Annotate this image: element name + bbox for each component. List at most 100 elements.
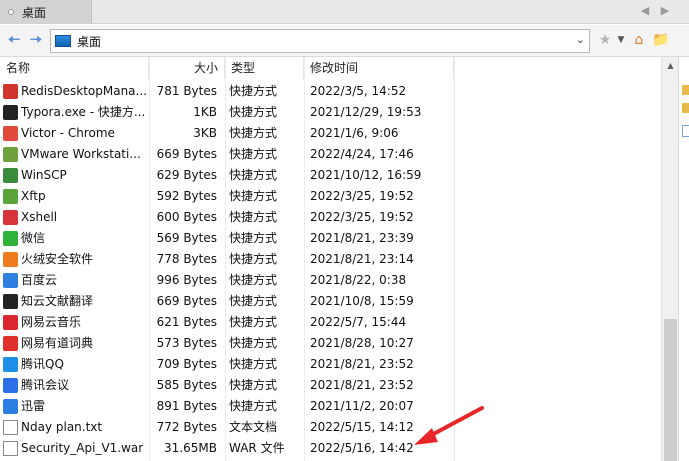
file-row[interactable]: Nday plan.txt 772 Bytes 文本文档 2022/5/15, 14:… (0, 417, 661, 438)
tab-desktop[interactable]: 桌面 (0, 0, 92, 24)
file-name-cell[interactable]: 腾讯会议 (0, 375, 149, 396)
file-name: Xshell (21, 210, 58, 224)
file-name: Victor - Chrome (21, 126, 115, 140)
file-size: 781 Bytes (156, 84, 217, 98)
file-type: 快捷方式 (229, 105, 278, 119)
column-header-date[interactable]: 修改时间 (304, 57, 454, 79)
file-name-cell[interactable]: RedisDesktopMana... (0, 81, 149, 102)
file-name: Security_Api_V1.war (21, 441, 144, 455)
tab-scroll-right-icon[interactable]: ▶ (658, 4, 672, 20)
file-row[interactable]: Xshell 600 Bytes 快捷方式 2022/3/25, 19:52 (0, 207, 661, 228)
file-name-cell[interactable]: 微信 (0, 228, 149, 249)
file-row[interactable]: 腾讯QQ 709 Bytes 快捷方式 2021/8/21, 23:52 (0, 354, 661, 375)
tab-bar: 桌面 ◀ ▶ (0, 0, 689, 24)
vertical-scrollbar[interactable]: ▲ (661, 57, 678, 461)
file-row[interactable]: 网易有道词典 573 Bytes 快捷方式 2021/8/28, 10:27 (0, 333, 661, 354)
address-bar[interactable]: 桌面 ⌄ (50, 29, 590, 53)
file-size: 573 Bytes (156, 336, 217, 350)
file-name-cell[interactable]: WinSCP (0, 165, 149, 186)
file-name: WinSCP (21, 168, 67, 182)
file-name-cell[interactable]: 迅雷 (0, 396, 149, 417)
file-type: 文本文档 (229, 420, 278, 434)
column-header-row: 名称 大小 类型 修改时间 (0, 57, 661, 79)
file-name: Nday plan.txt (21, 420, 103, 434)
file-modified-date: 2021/8/21, 23:14 (310, 252, 414, 266)
file-size: 1KB (193, 105, 217, 119)
file-row[interactable]: Security_Api_V1.war 31.65MB WAR 文件 2022/5/1… (0, 438, 661, 459)
back-arrow-icon[interactable]: 🠄 (4, 30, 24, 50)
file-row[interactable]: WinSCP 629 Bytes 快捷方式 2021/10/12, 16:59 (0, 165, 661, 186)
typora-icon (3, 105, 18, 120)
file-row[interactable]: 火绒安全软件 778 Bytes 快捷方式 2021/8/21, 23:14 (0, 249, 661, 270)
file-type: 快捷方式 (229, 231, 278, 245)
file-size: 996 Bytes (156, 273, 217, 287)
file-size: 772 Bytes (156, 420, 217, 434)
file-name-cell[interactable]: Nday plan.txt (0, 417, 149, 438)
file-row[interactable]: Victor - Chrome 3KB 快捷方式 2021/1/6, 9:06 (0, 123, 661, 144)
file-name-cell[interactable]: 百度云 (0, 270, 149, 291)
file-name: 腾讯会议 (21, 378, 70, 392)
file-type: 快捷方式 (229, 147, 278, 161)
file-name: Typora.exe - 快捷方... (21, 105, 146, 119)
caret-down-icon[interactable]: ▼ (612, 31, 630, 49)
file-type: 快捷方式 (229, 252, 278, 266)
file-row[interactable]: 迅雷 891 Bytes 快捷方式 2021/11/2, 20:07 (0, 396, 661, 417)
file-type: 快捷方式 (229, 84, 278, 98)
file-type: 快捷方式 (229, 378, 278, 392)
file-name-cell[interactable]: 腾讯QQ (0, 354, 149, 375)
file-name-cell[interactable]: 网易有道词典 (0, 333, 149, 354)
file-type: 快捷方式 (229, 336, 278, 350)
vmware-icon (3, 147, 18, 162)
file-modified-date: 2022/3/25, 19:52 (310, 210, 414, 224)
column-header-size[interactable]: 大小 (149, 57, 225, 79)
file-size: 629 Bytes (156, 168, 217, 182)
file-size: 709 Bytes (156, 357, 217, 371)
file-row[interactable]: 网易云音乐 621 Bytes 快捷方式 2022/5/7, 15:44 (0, 312, 661, 333)
file-modified-date: 2022/4/24, 17:46 (310, 147, 414, 161)
tab-scroll-left-icon[interactable]: ◀ (638, 4, 652, 20)
document-icon (682, 125, 689, 137)
file-size: 778 Bytes (156, 252, 217, 266)
file-name: RedisDesktopMana... (21, 84, 147, 98)
file-size: 891 Bytes (156, 399, 217, 413)
file-row[interactable]: VMware Workstati... 669 Bytes 快捷方式 2022/4/2… (0, 144, 661, 165)
file-name-cell[interactable]: Victor - Chrome (0, 123, 149, 144)
file-modified-date: 2021/8/21, 23:52 (310, 378, 414, 392)
file-name-cell[interactable]: Typora.exe - 快捷方... (0, 102, 149, 123)
file-row[interactable]: 腾讯会议 585 Bytes 快捷方式 2021/8/21, 23:52 (0, 375, 661, 396)
file-name-cell[interactable]: Security_Api_V1.war (0, 438, 149, 459)
redis-icon (3, 84, 18, 99)
home-icon[interactable]: ⌂ (630, 31, 648, 49)
file-name-cell[interactable]: Xshell (0, 207, 149, 228)
file-name: Xftp (21, 189, 46, 203)
file-row[interactable]: Typora.exe - 快捷方... 1KB 快捷方式 2021/12/29, 19… (0, 102, 661, 123)
annotation-arrow (414, 406, 484, 445)
forward-arrow-icon[interactable]: 🠆 (26, 30, 46, 50)
column-header-name[interactable]: 名称 (0, 57, 149, 79)
scroll-up-icon[interactable]: ▲ (662, 57, 679, 74)
file-modified-date: 2021/8/28, 10:27 (310, 336, 414, 350)
folder-icon (682, 103, 689, 113)
file-row[interactable]: 微信 569 Bytes 快捷方式 2021/8/21, 23:39 (0, 228, 661, 249)
file-row[interactable]: 百度云 996 Bytes 快捷方式 2021/8/22, 0:38 (0, 270, 661, 291)
file-name-cell[interactable]: 火绒安全软件 (0, 249, 149, 270)
file-row[interactable]: RedisDesktopMana... 781 Bytes 快捷方式 2022/3/5… (0, 81, 661, 102)
file-name-cell[interactable]: 知云文献翻译 (0, 291, 149, 312)
youdao-icon (3, 336, 18, 351)
chevron-down-icon[interactable]: ⌄ (576, 33, 585, 46)
scrollbar-thumb[interactable] (664, 319, 677, 461)
file-type: WAR 文件 (229, 441, 285, 455)
file-name-cell[interactable]: 网易云音乐 (0, 312, 149, 333)
file-name: 迅雷 (21, 399, 46, 413)
file-name-cell[interactable]: VMware Workstati... (0, 144, 149, 165)
file-type: 快捷方式 (229, 315, 278, 329)
file-row[interactable]: 知云文献翻译 669 Bytes 快捷方式 2021/10/8, 15:59 (0, 291, 661, 312)
file-name-cell[interactable]: Xftp (0, 186, 149, 207)
column-header-type[interactable]: 类型 (225, 57, 304, 79)
netease-music-icon (3, 315, 18, 330)
file-size: 31.65MB (164, 441, 217, 455)
war-file-icon (3, 441, 18, 456)
file-rows: RedisDesktopMana... 781 Bytes 快捷方式 2022/3/5… (0, 81, 661, 459)
up-folder-icon[interactable]: 📁 (652, 31, 670, 49)
file-row[interactable]: Xftp 592 Bytes 快捷方式 2022/3/25, 19:52 (0, 186, 661, 207)
